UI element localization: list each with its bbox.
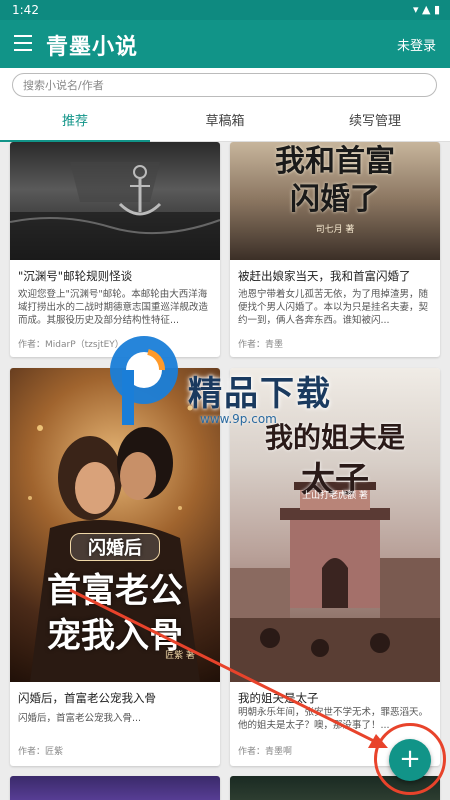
book-author: 作者：青墨啊 <box>238 747 293 757</box>
book-card[interactable]: 我的姐夫是 太子 上山打老虎额 著 我的姐夫是太子 明朝永乐年间，张安世不学无术… <box>230 368 440 766</box>
cover-title-line: 首富老公 <box>47 571 183 611</box>
book-title: 被赶出娘家当天，我和首富闪婚了 <box>238 269 411 283</box>
status-bar: 1:42 ▾ ▲ ▮ <box>0 0 450 20</box>
status-icons: ▾ ▲ ▮ <box>412 3 440 16</box>
book-cover: 我的姐夫是 太子 上山打老虎额 著 <box>230 368 440 682</box>
book-description: 欢迎您登上"沉渊号"邮轮。本邮轮由大西洋海域打捞出水的二战时期德意志国重巡洋舰改… <box>18 289 209 326</box>
cover-author: 上山打老虎额 著 <box>302 491 368 501</box>
search-bar <box>0 68 450 102</box>
tab-bar: 推荐 草稿箱 续写管理 <box>0 102 450 142</box>
app-bar: 青墨小说 未登录 <box>0 20 450 68</box>
book-card[interactable]: 我和首富 闪婚了 司七月 著 被赶出娘家当天，我和首富闪婚了 池恩宁带着女儿孤苦… <box>230 142 440 357</box>
book-author: 作者：青墨 <box>238 340 284 350</box>
tab-recommend[interactable]: 推荐 <box>0 102 150 142</box>
cover-title-line: 我的姐夫是 <box>264 421 405 454</box>
book-cover <box>10 142 220 260</box>
tab-drafts[interactable]: 草稿箱 <box>150 102 300 141</box>
book-card[interactable]: 闪婚后 首富老公 宠我入骨 匠紫 著 闪婚后，首富老公宠我入骨 闪婚后，首富老公… <box>10 368 220 766</box>
book-cover: 我和首富 闪婚了 司七月 著 <box>230 142 440 260</box>
book-author: 作者：MidarP（tzsjtEY） <box>18 340 124 350</box>
tab-continuation[interactable]: 续写管理 <box>300 102 450 141</box>
book-description: 闪婚后，首富老公宠我入骨... <box>18 713 142 724</box>
book-title: 闪婚后，首富老公宠我入骨 <box>18 691 156 705</box>
cover-author: 司七月 著 <box>315 225 355 235</box>
cover-author: 匠紫 著 <box>165 651 195 661</box>
book-grid: "沉渊号"邮轮规则怪谈 欢迎您登上"沉渊号"邮轮。本邮轮由大西洋海域打捞出水的二… <box>0 142 450 800</box>
add-button[interactable]: + <box>389 739 431 781</box>
cover-title-line: 闪婚后 <box>70 533 160 561</box>
book-description: 池恩宁带着女儿孤苦无依，为了甩掉渣男，随便找个男人闪婚了。本以为只是挂名夫妻，契… <box>238 289 429 326</box>
book-card[interactable]: "沉渊号"邮轮规则怪谈 欢迎您登上"沉渊号"邮轮。本邮轮由大西洋海域打捞出水的二… <box>10 142 220 357</box>
status-time: 1:42 <box>12 3 39 17</box>
book-author: 作者：匠紫 <box>18 747 64 757</box>
login-button[interactable]: 未登录 <box>397 35 436 54</box>
menu-icon[interactable] <box>14 35 32 51</box>
book-title: "沉渊号"邮轮规则怪谈 <box>18 269 133 283</box>
book-description: 明朝永乐年间，张安世不学无术，罪恶滔天。他的姐夫是太子？噢，那没事了！... <box>238 707 429 731</box>
cover-title-line: 闪婚了 <box>290 182 380 217</box>
search-input[interactable] <box>12 73 437 97</box>
app-title: 青墨小说 <box>46 35 139 60</box>
book-cover: 闪婚后 首富老公 宠我入骨 匠紫 著 <box>10 368 220 682</box>
book-title: 我的姐夫是太子 <box>238 691 319 705</box>
book-card[interactable] <box>10 776 220 800</box>
anchor-illustration <box>10 162 220 260</box>
